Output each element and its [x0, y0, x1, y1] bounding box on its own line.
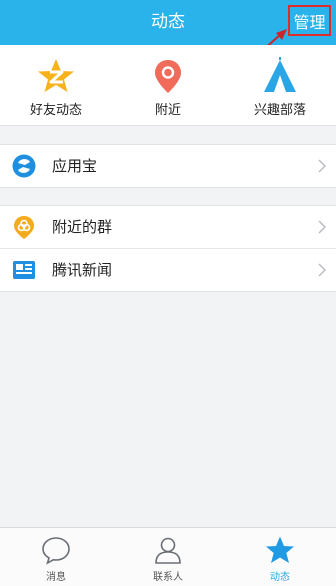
quick-entry-label: 附近	[154, 103, 181, 118]
page-title: 动态	[151, 12, 185, 32]
chevron-right-icon	[318, 263, 326, 277]
chat-bubble-icon	[42, 537, 70, 565]
list-item-nearby-group[interactable]: 附近的群	[0, 206, 336, 248]
star-icon	[266, 536, 294, 563]
quick-entry-bar: 好友动态 附近 兴趣部落	[0, 45, 336, 126]
list-item-label: 腾讯新闻	[52, 261, 113, 279]
quick-entry-friend-feed[interactable]: 好友动态	[0, 45, 112, 125]
qzone-star-icon	[38, 59, 74, 92]
contact-icon	[155, 537, 181, 564]
nearby-group-icon	[14, 216, 34, 239]
tab-messages[interactable]: 消息	[0, 528, 112, 586]
list-item-label: 附近的群	[52, 218, 113, 236]
chevron-right-icon	[318, 159, 326, 173]
tab-label: 联系人	[153, 572, 183, 583]
list-item-tencent-news[interactable]: 腾讯新闻	[0, 248, 336, 291]
chevron-right-icon	[318, 220, 326, 234]
tab-contacts[interactable]: 联系人	[112, 528, 224, 586]
quick-entry-nearby[interactable]: 附近	[112, 45, 224, 125]
tent-icon	[264, 57, 296, 92]
quick-entry-interest-tribe[interactable]: 兴趣部落	[224, 45, 336, 125]
tab-feeds[interactable]: 动态	[224, 528, 336, 586]
bottom-tab-bar: 消息 联系人 动态	[0, 527, 336, 586]
app-store-icon	[12, 154, 36, 178]
tab-label: 消息	[46, 572, 66, 583]
location-pin-icon	[155, 60, 181, 93]
news-icon	[13, 261, 35, 279]
manage-button[interactable]: 管理	[288, 5, 331, 36]
list-item-app-store[interactable]: 应用宝	[0, 145, 336, 187]
quick-entry-label: 兴趣部落	[253, 103, 306, 118]
list-group-apps: 应用宝	[0, 144, 336, 188]
quick-entry-label: 好友动态	[29, 103, 82, 118]
tab-label: 动态	[270, 572, 290, 583]
top-bar: 动态 管理	[0, 0, 336, 45]
list-group-services: 附近的群 腾讯新闻	[0, 205, 336, 292]
list-item-label: 应用宝	[52, 157, 98, 175]
